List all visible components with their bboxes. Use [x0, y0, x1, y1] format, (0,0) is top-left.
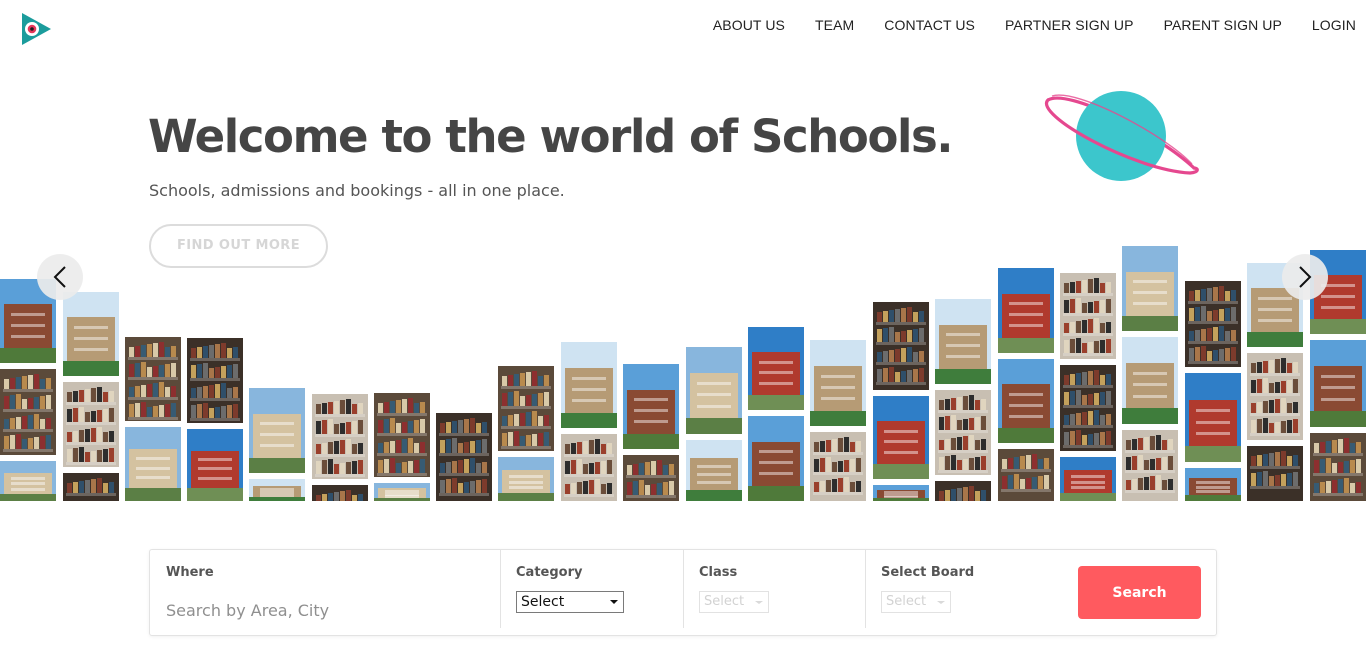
- planet-icon: [1044, 91, 1199, 181]
- dropdown-caret-icon: [755, 601, 763, 604]
- school-photo: [686, 440, 742, 501]
- school-photo: [873, 485, 929, 501]
- school-photo: [312, 485, 368, 501]
- school-photo: [249, 388, 305, 473]
- chevron-left-icon: [53, 266, 66, 288]
- search-button[interactable]: Search: [1078, 566, 1201, 619]
- school-photo: [561, 434, 617, 501]
- school-photo: [935, 299, 991, 384]
- school-photo: [686, 347, 742, 434]
- school-photo: [998, 449, 1054, 501]
- school-search-form: Where Category Select Class Select Selec…: [149, 549, 1217, 636]
- category-select-value: Select: [521, 594, 565, 610]
- carousel-prev-button[interactable]: [37, 254, 83, 300]
- where-input[interactable]: [166, 598, 466, 622]
- school-photo: [187, 338, 243, 423]
- school-photo: [1060, 457, 1116, 501]
- category-field: Category Select: [500, 550, 683, 635]
- carousel-next-button[interactable]: [1282, 254, 1328, 300]
- school-photo: [1247, 446, 1303, 501]
- where-field: Where: [150, 550, 500, 635]
- school-photo: [63, 473, 119, 501]
- class-label: Class: [699, 565, 738, 580]
- school-photo: [125, 427, 181, 501]
- school-photo: [249, 479, 305, 501]
- school-photo: [125, 337, 181, 421]
- school-photo: [374, 393, 430, 477]
- school-photo: [63, 382, 119, 467]
- school-photo: [998, 268, 1054, 353]
- school-photo: [748, 416, 804, 501]
- school-photo: [998, 359, 1054, 443]
- school-photo: [873, 396, 929, 479]
- board-field: Select Board Select: [865, 550, 1065, 635]
- school-photo: [1060, 365, 1116, 451]
- chevron-right-icon: [1299, 266, 1312, 288]
- school-photo: [187, 429, 243, 501]
- category-select[interactable]: Select: [516, 591, 624, 613]
- where-label: Where: [166, 565, 214, 580]
- class-select[interactable]: Select: [699, 591, 769, 613]
- school-photo: [0, 461, 56, 501]
- school-photo: [0, 369, 56, 455]
- school-photo: [436, 413, 492, 501]
- school-photo: [1310, 433, 1366, 501]
- board-select-value: Select: [886, 594, 927, 609]
- class-select-value: Select: [704, 594, 745, 609]
- find-out-more-button[interactable]: FIND OUT MORE: [149, 224, 328, 268]
- school-photo: [810, 340, 866, 426]
- school-photo: [561, 342, 617, 428]
- school-photo: [374, 483, 430, 501]
- school-photo: [498, 366, 554, 451]
- school-photo: [623, 455, 679, 501]
- school-photo: [623, 364, 679, 449]
- school-photo: [1185, 468, 1241, 501]
- school-photo: [748, 327, 804, 410]
- board-select[interactable]: Select: [881, 591, 951, 613]
- school-photo: [810, 432, 866, 501]
- school-photo: [1310, 340, 1366, 427]
- school-photo: [312, 394, 368, 479]
- school-photo: [1122, 246, 1178, 331]
- hero-title: Welcome to the world of Schools.: [148, 110, 953, 163]
- school-photo: [935, 481, 991, 501]
- school-photo: [1122, 430, 1178, 501]
- school-photo: [873, 302, 929, 390]
- board-label: Select Board: [881, 565, 975, 580]
- school-photo: [935, 390, 991, 475]
- school-photo: [1247, 353, 1303, 440]
- school-photo: [1122, 337, 1178, 424]
- category-label: Category: [516, 565, 583, 580]
- school-photo: [498, 457, 554, 501]
- school-photo: [1185, 281, 1241, 367]
- class-field: Class Select: [683, 550, 865, 635]
- school-photo: [63, 292, 119, 376]
- dropdown-caret-icon: [937, 601, 945, 604]
- school-photo: [1060, 273, 1116, 359]
- hero-subtitle: Schools, admissions and bookings - all i…: [149, 181, 565, 200]
- school-photo: [1185, 373, 1241, 462]
- dropdown-caret-icon: [610, 600, 618, 604]
